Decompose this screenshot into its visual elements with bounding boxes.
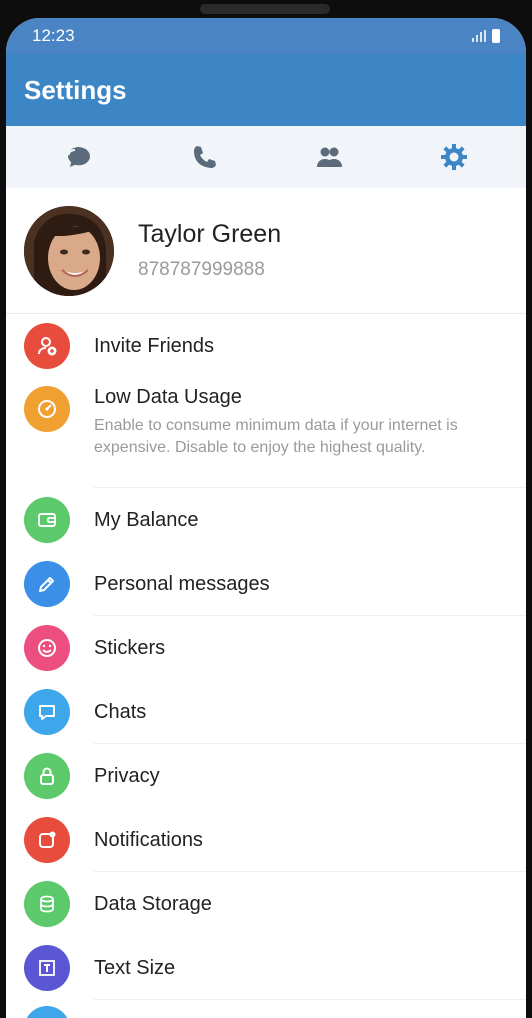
my-balance-badge [24, 497, 70, 543]
status-bar: 12:23 [6, 18, 526, 54]
menu-item-chats[interactable]: Chats [6, 680, 526, 744]
contacts-icon [316, 147, 342, 167]
signal-icon [472, 30, 486, 42]
notifications-badge [24, 817, 70, 863]
screen: 12:23 Settings Taylor Green 878787999888… [6, 18, 526, 1018]
menu-item-low-data-usage[interactable]: Low Data Usage Enable to consume minimum… [6, 378, 526, 488]
menu-item-stickers[interactable]: Stickers [6, 616, 526, 680]
tab-calls[interactable] [174, 137, 234, 177]
tab-bar [6, 126, 526, 188]
text-size-icon [39, 960, 55, 976]
avatar[interactable] [24, 205, 114, 296]
wallet-icon [38, 513, 56, 527]
status-icons [472, 29, 500, 43]
status-time: 12:23 [32, 26, 75, 45]
menu-item-my-balance[interactable]: My Balance [6, 488, 526, 552]
menu-label: Notifications [94, 828, 203, 851]
tab-settings[interactable] [424, 137, 484, 177]
low-data-usage-badge [24, 386, 70, 432]
lock-icon [40, 767, 54, 785]
profile-section[interactable]: Taylor Green 878787999888 [6, 188, 526, 314]
tab-contacts[interactable] [299, 137, 359, 177]
add-user-icon [38, 337, 57, 356]
page-title: Settings [24, 74, 127, 105]
profile-phone: 878787999888 [138, 259, 265, 280]
phone-frame: 12:23 Settings Taylor Green 878787999888… [0, 0, 532, 1018]
chat-icon [39, 705, 55, 720]
profile-info: Taylor Green 878787999888 [138, 220, 281, 281]
phone-icon [193, 146, 216, 168]
low-data-text: Low Data Usage Enable to consume minimum… [94, 386, 494, 459]
avatar-photo [24, 205, 114, 296]
app-bar: Settings [6, 54, 526, 126]
menu-item-text-size[interactable]: Text Size [6, 936, 526, 1000]
database-icon [40, 895, 54, 913]
notification-icon [39, 831, 56, 848]
pencil-icon [39, 577, 54, 592]
invite-friends-badge [24, 323, 70, 369]
menu-label: Text Size [94, 956, 176, 979]
speaker-grille [200, 4, 330, 14]
text-size-badge [24, 945, 70, 991]
profile-name: Taylor Green [138, 220, 282, 248]
chats-badge [24, 689, 70, 735]
gauge-icon [38, 400, 56, 418]
battery-icon [492, 29, 500, 43]
menu-item-notifications[interactable]: Notifications [6, 808, 526, 872]
menu-label: Invite Friends [94, 334, 215, 357]
menu-label: Personal messages [94, 572, 270, 595]
menu-item-privacy[interactable]: Privacy [6, 744, 526, 808]
menu-label: Chats [94, 700, 147, 723]
gear-icon [440, 144, 467, 170]
menu-label: Data Storage [94, 892, 212, 915]
menu-item-data-storage[interactable]: Data Storage [6, 872, 526, 936]
data-storage-badge [24, 881, 70, 927]
menu-label: Privacy [94, 764, 160, 787]
partial-badge [24, 1006, 70, 1018]
smiley-icon [38, 639, 56, 657]
personal-messages-badge [24, 561, 70, 607]
menu-item-invite-friends[interactable]: Invite Friends [6, 314, 526, 378]
privacy-badge [24, 753, 70, 799]
menu-subtitle: Enable to consume minimum data if your i… [94, 417, 458, 456]
menu-label: My Balance [94, 508, 199, 531]
menu-label: Stickers [94, 636, 166, 659]
menu-item-partial[interactable] [6, 1000, 526, 1018]
menu-label: Low Data Usage [94, 386, 242, 408]
stickers-badge [24, 625, 70, 671]
menu-item-personal-messages[interactable]: Personal messages [6, 552, 526, 616]
tab-chats[interactable] [49, 137, 109, 177]
chat-bubbles-icon [67, 147, 90, 167]
